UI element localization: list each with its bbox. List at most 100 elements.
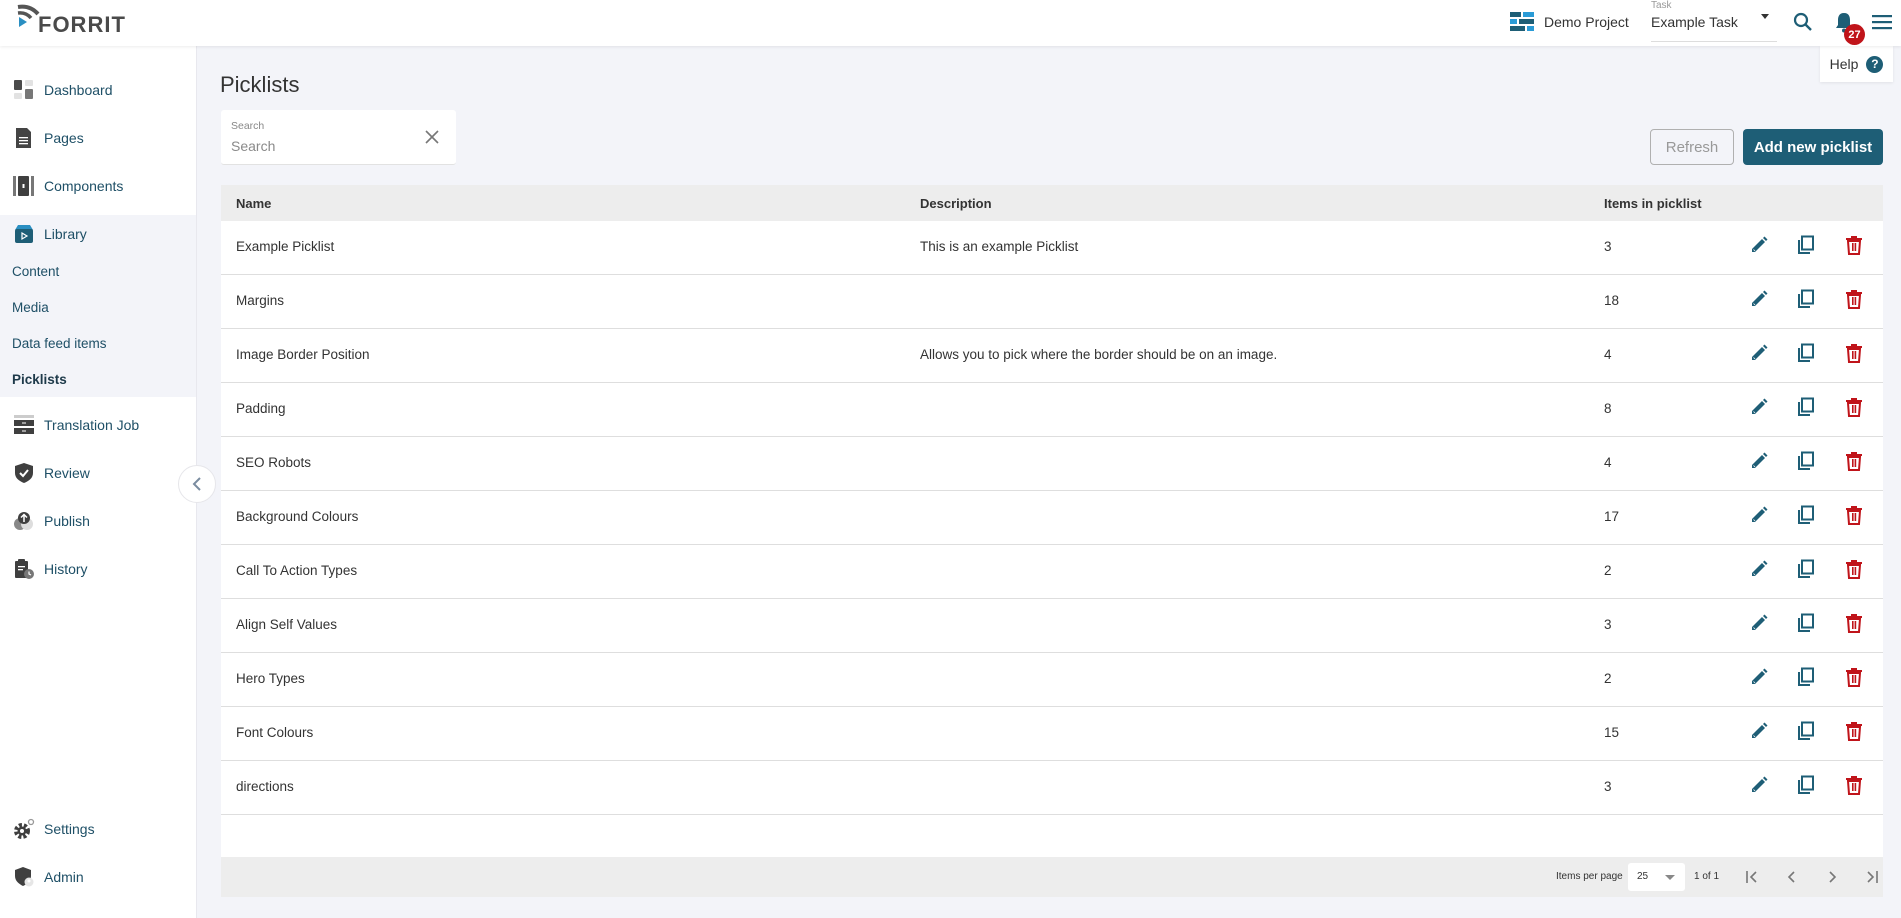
pagination: Items per page 25 1 of 1 (221, 857, 1883, 897)
delete-button[interactable] (1842, 775, 1866, 799)
sidebar-item-components[interactable]: Components (0, 162, 196, 210)
picklist-name: Call To Action Types (236, 563, 358, 578)
duplicate-button[interactable] (1794, 289, 1818, 313)
copy-icon (1796, 451, 1816, 476)
duplicate-button[interactable] (1794, 505, 1818, 529)
table-row[interactable]: SEO Robots 4 (221, 437, 1883, 491)
edit-button[interactable] (1747, 397, 1771, 421)
sidebar-item-label: Pages (44, 130, 84, 146)
edit-button[interactable] (1747, 613, 1771, 637)
edit-button[interactable] (1747, 235, 1771, 259)
refresh-button[interactable]: Refresh (1650, 129, 1734, 165)
picklist-item-count: 2 (1604, 671, 1612, 686)
chevron-left-icon (1787, 871, 1795, 883)
edit-button[interactable] (1747, 289, 1771, 313)
duplicate-button[interactable] (1794, 343, 1818, 367)
table-row[interactable]: Margins 18 (221, 275, 1883, 329)
items-per-page-value: 25 (1637, 871, 1649, 882)
table-row[interactable]: Font Colours 15 (221, 707, 1883, 761)
collapse-sidebar-button[interactable] (178, 465, 216, 503)
delete-button[interactable] (1842, 235, 1866, 259)
duplicate-button[interactable] (1794, 559, 1818, 583)
sidebar-item-admin[interactable]: Admin (0, 853, 196, 901)
delete-button[interactable] (1842, 721, 1866, 745)
edit-button[interactable] (1747, 775, 1771, 799)
forrit-logo[interactable]: FORRIT (16, 4, 126, 40)
table-row[interactable]: directions 3 (221, 761, 1883, 815)
sidebar-item-library[interactable]: Library (0, 210, 196, 258)
picklist-name: Margins (236, 293, 285, 308)
last-page-button[interactable] (1861, 866, 1883, 888)
delete-button[interactable] (1842, 613, 1866, 637)
picklists-table: Name Description Items in picklist Examp… (221, 185, 1883, 897)
table-row[interactable]: Image Border Position Allows you to pick … (221, 329, 1883, 383)
search-input[interactable] (231, 135, 411, 157)
caret-down-icon (1665, 875, 1675, 880)
search-button[interactable] (1791, 10, 1815, 34)
project-selector[interactable]: Demo Project (1510, 12, 1629, 32)
table-row[interactable]: Hero Types 2 (221, 653, 1883, 707)
search-icon (1793, 12, 1812, 31)
pencil-icon (1749, 721, 1769, 746)
sidebar-sub-item-data-feed-items[interactable]: Data feed items (12, 336, 107, 351)
edit-button[interactable] (1747, 451, 1771, 475)
sidebar-item-translation-job[interactable]: Translation Job (0, 401, 196, 449)
add-new-picklist-button[interactable]: Add new picklist (1743, 129, 1883, 165)
table-row[interactable]: Background Colours 17 (221, 491, 1883, 545)
trash-icon (1844, 289, 1864, 314)
column-header-name[interactable]: Name (236, 196, 271, 211)
pencil-icon (1749, 451, 1769, 476)
sidebar-item-review[interactable]: Review (0, 449, 196, 497)
task-select[interactable]: Task Example Task (1651, 0, 1777, 42)
sidebar-sub-item-picklists[interactable]: Picklists (12, 372, 67, 387)
next-page-button[interactable] (1821, 866, 1843, 888)
clear-search-button[interactable] (424, 129, 440, 145)
sidebar-sub-item-content[interactable]: Content (12, 264, 59, 279)
delete-button[interactable] (1842, 343, 1866, 367)
history-icon (13, 558, 35, 580)
duplicate-button[interactable] (1794, 397, 1818, 421)
help-button[interactable]: Help ? (1820, 46, 1893, 82)
edit-button[interactable] (1747, 667, 1771, 691)
sidebar-item-pages[interactable]: Pages (0, 114, 196, 162)
delete-button[interactable] (1842, 451, 1866, 475)
table-row[interactable]: Example Picklist This is an example Pickl… (221, 221, 1883, 275)
previous-page-button[interactable] (1781, 866, 1803, 888)
edit-button[interactable] (1747, 721, 1771, 745)
duplicate-button[interactable] (1794, 613, 1818, 637)
table-row[interactable]: Padding 8 (221, 383, 1883, 437)
close-icon (425, 130, 439, 144)
sidebar-sub-item-media[interactable]: Media (12, 300, 49, 315)
picklist-item-count: 17 (1604, 509, 1620, 524)
delete-button[interactable] (1842, 559, 1866, 583)
delete-button[interactable] (1842, 397, 1866, 421)
delete-button[interactable] (1842, 289, 1866, 313)
sidebar-item-history[interactable]: History (0, 545, 196, 593)
sidebar-item-publish[interactable]: Publish (0, 497, 196, 545)
edit-button[interactable] (1747, 559, 1771, 583)
table-row[interactable]: Align Self Values 3 (221, 599, 1883, 653)
menu-button[interactable] (1870, 10, 1894, 34)
column-header-description[interactable]: Description (920, 196, 992, 211)
dashboard-icon (13, 79, 35, 101)
trash-icon (1844, 721, 1864, 746)
sidebar-item-settings[interactable]: Settings (0, 805, 196, 853)
items-per-page-select[interactable]: 25 (1628, 863, 1685, 891)
duplicate-button[interactable] (1794, 721, 1818, 745)
duplicate-button[interactable] (1794, 667, 1818, 691)
sidebar-item-label: Components (44, 178, 124, 194)
sidebar-item-dashboard[interactable]: Dashboard (0, 66, 196, 114)
table-row[interactable]: Call To Action Types 2 (221, 545, 1883, 599)
delete-button[interactable] (1842, 505, 1866, 529)
caret-down-icon (1761, 14, 1769, 19)
duplicate-button[interactable] (1794, 235, 1818, 259)
items-per-page-label: Items per page (1556, 871, 1623, 882)
column-header-items[interactable]: Items in picklist (1604, 196, 1702, 211)
delete-button[interactable] (1842, 667, 1866, 691)
first-page-button[interactable] (1741, 866, 1763, 888)
duplicate-button[interactable] (1794, 451, 1818, 475)
edit-button[interactable] (1747, 505, 1771, 529)
edit-button[interactable] (1747, 343, 1771, 367)
duplicate-button[interactable] (1794, 775, 1818, 799)
picklist-name: Background Colours (236, 509, 359, 524)
